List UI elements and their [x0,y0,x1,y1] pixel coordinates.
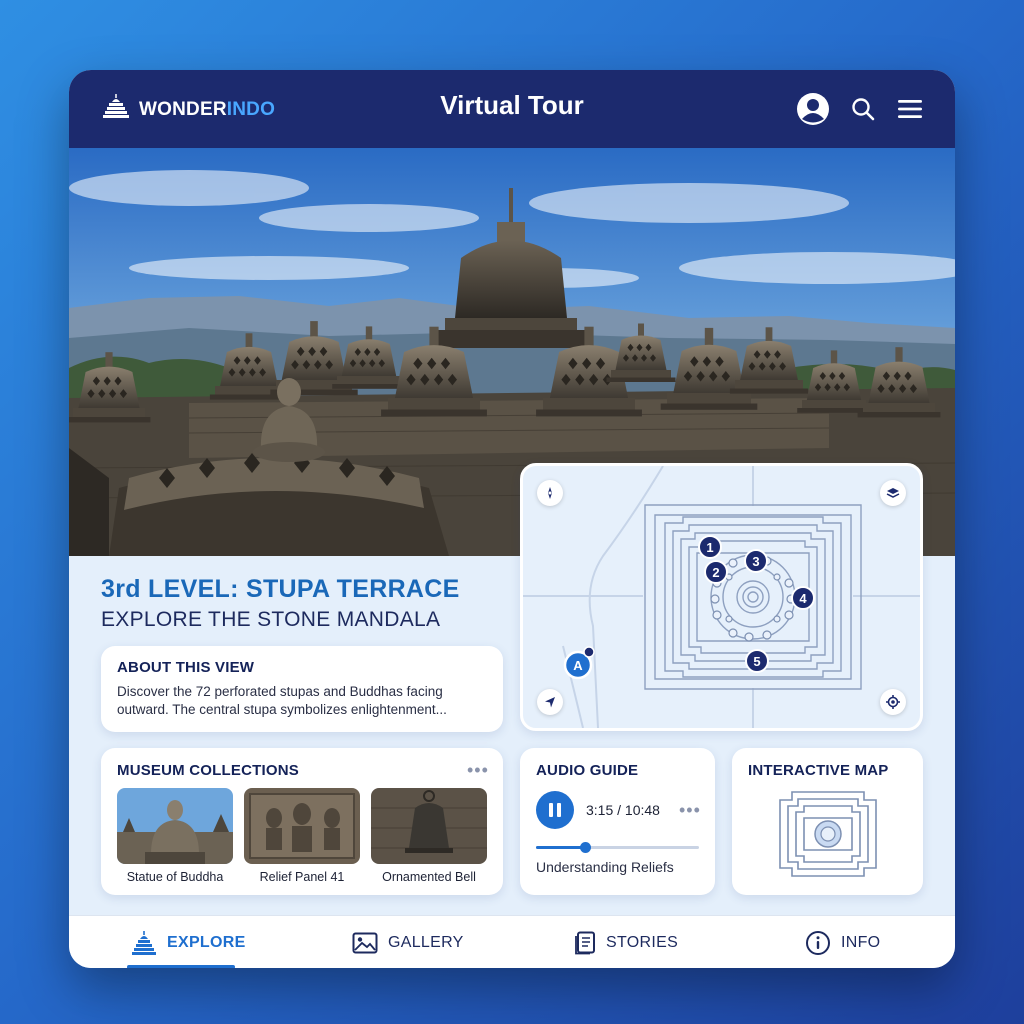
compass-icon[interactable] [537,480,563,506]
active-tab-indicator [127,965,235,968]
museum-collections-card: MUSEUM COLLECTIONS ••• Statue of Buddha [101,748,503,895]
level-subtitle: EXPLORE THE STONE MANDALA [101,608,441,631]
svg-text:2: 2 [712,565,719,580]
recenter-icon[interactable] [880,689,906,715]
museum-title: MUSEUM COLLECTIONS [117,762,299,779]
tab-gallery[interactable]: GALLERY [352,916,464,968]
svg-text:1: 1 [706,540,713,555]
buddha-statue-thumbnail[interactable] [117,788,233,864]
thumbnail-caption: Ornamented Bell [382,870,476,884]
ornamented-bell-thumbnail[interactable] [371,788,487,864]
image-icon [352,932,378,953]
pause-button[interactable] [536,791,574,829]
thumbnail-caption: Relief Panel 41 [259,870,345,884]
app-window: WONDERINDO Virtual Tour 3rd LEVEL: STUPA… [69,70,955,968]
map-marker-3[interactable]: 3 [744,549,768,573]
tab-explore[interactable]: EXPLORE [131,916,246,968]
tab-info[interactable]: INFO [805,916,880,968]
mandala-map-icon [779,791,877,877]
relief-panel-thumbnail[interactable] [244,788,360,864]
bottom-navigation: EXPLORE GALLERY STORIES INFO [69,915,955,968]
pause-icon [549,803,561,817]
map-marker-4[interactable]: 4 [791,586,815,610]
level-title: 3rd LEVEL: STUPA TERRACE [101,575,460,603]
tab-label: STORIES [606,933,679,951]
svg-text:3: 3 [752,554,759,569]
current-location-marker[interactable]: A [563,646,595,680]
stupa-logo-icon [101,92,131,127]
stupa-icon [132,930,156,955]
svg-text:A: A [573,658,583,673]
map-marker-5[interactable]: 5 [745,649,769,673]
about-title: ABOUT THIS VIEW [117,659,255,676]
about-description: Discover the 72 perforated stupas and Bu… [117,684,447,717]
document-icon [575,931,595,954]
info-icon [806,930,830,955]
layers-icon[interactable] [880,480,906,506]
top-bar: WONDERINDO Virtual Tour [69,70,955,148]
map-markers[interactable]: 1 2 3 4 5 A [523,466,920,728]
more-options-icon[interactable]: ••• [679,800,701,821]
audio-guide-card: AUDIO GUIDE 3:15 / 10:48 ••• Understandi… [520,748,715,895]
map-marker-2[interactable]: 2 [704,560,728,584]
map-marker-1[interactable]: 1 [698,535,722,559]
navigate-icon[interactable] [537,689,563,715]
menu-icon[interactable] [893,92,927,126]
audio-title: AUDIO GUIDE [536,762,639,779]
interactive-map-card[interactable]: INTERACTIVE MAP [732,748,923,895]
audio-progress-fill [536,846,585,849]
tab-stories[interactable]: STORIES [574,916,678,968]
audio-track-name: Understanding Reliefs [536,859,674,875]
interactive-map-title: INTERACTIVE MAP [748,762,889,779]
about-view-card: ABOUT THIS VIEW Discover the 72 perforat… [101,646,503,732]
svg-text:5: 5 [753,654,760,669]
brand[interactable]: WONDERINDO [101,92,275,127]
tab-label: EXPLORE [167,933,246,951]
tab-label: GALLERY [388,933,464,951]
user-avatar-icon[interactable] [796,92,830,126]
svg-text:4: 4 [799,591,807,606]
audio-progress-bar[interactable] [536,842,699,853]
thumbnail-caption: Statue of Buddha [126,870,224,884]
audio-scrubber-handle[interactable] [579,842,591,853]
more-options-icon[interactable]: ••• [467,760,489,781]
brand-name: WONDERINDO [139,98,276,120]
site-map-panel[interactable]: 1 2 3 4 5 A [520,463,923,731]
tab-label: INFO [841,933,881,951]
search-icon[interactable] [846,92,880,126]
audio-time: 3:15 / 10:48 [586,802,660,818]
